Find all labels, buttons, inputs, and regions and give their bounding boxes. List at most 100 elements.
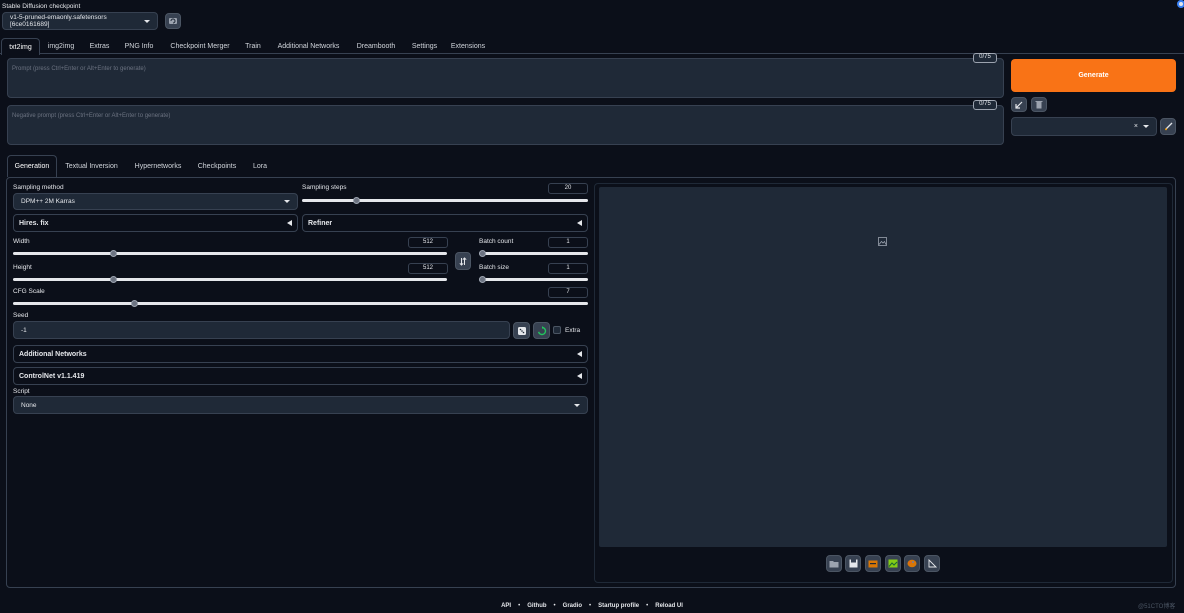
footer-link-gradio[interactable]: Gradio bbox=[563, 603, 582, 609]
height-input[interactable]: 512 bbox=[408, 263, 448, 274]
save-icon bbox=[849, 559, 857, 568]
subtab-checkpoints[interactable]: Checkpoints bbox=[192, 155, 242, 177]
cfg-scale-input[interactable]: 7 bbox=[548, 287, 588, 298]
refiner-accordion[interactable]: Refiner bbox=[302, 214, 588, 232]
brush-icon bbox=[1164, 122, 1172, 131]
slider-track[interactable] bbox=[13, 302, 588, 305]
collapse-arrow-icon bbox=[577, 220, 582, 226]
footer-link-startup-profile[interactable]: Startup profile bbox=[598, 603, 639, 609]
batch-count-slider[interactable] bbox=[479, 250, 588, 257]
subtab-textual-inversion[interactable]: Textual Inversion bbox=[60, 155, 123, 177]
tab-txt2img[interactable]: txt2img bbox=[1, 38, 40, 55]
controlnet-label: ControlNet v1.1.419 bbox=[19, 372, 85, 380]
sampling-method-dropdown[interactable]: DPM++ 2M Karras bbox=[13, 193, 298, 210]
seed-label: Seed bbox=[13, 312, 29, 319]
refiner-label: Refiner bbox=[308, 219, 333, 227]
footer-separator: • bbox=[646, 603, 649, 609]
styles-dropdown[interactable]: × bbox=[1011, 117, 1157, 136]
collapse-arrow-icon bbox=[287, 220, 292, 226]
slider-track[interactable] bbox=[13, 252, 447, 255]
batch-size-slider[interactable] bbox=[479, 276, 588, 283]
hires-fix-accordion[interactable]: Hires. fix bbox=[13, 214, 298, 232]
seed-input[interactable]: -1 bbox=[13, 321, 510, 339]
slider-thumb[interactable] bbox=[130, 300, 138, 307]
footer-link-api[interactable]: API bbox=[501, 603, 511, 609]
chevron-down-icon bbox=[1143, 125, 1149, 128]
footer-link-github[interactable]: Github bbox=[527, 603, 546, 609]
subtab-generation[interactable]: Generation bbox=[7, 155, 57, 177]
swap-arrows-icon bbox=[459, 256, 467, 266]
tab-settings[interactable]: Settings bbox=[405, 38, 444, 55]
send-to-extras-button[interactable] bbox=[924, 555, 940, 572]
open-folder-button[interactable] bbox=[826, 555, 842, 572]
slider-thumb[interactable] bbox=[109, 276, 117, 283]
swap-dimensions-button[interactable] bbox=[455, 252, 471, 270]
output-gallery bbox=[599, 187, 1167, 547]
negative-prompt-placeholder: Negative prompt (press Ctrl+Enter or Alt… bbox=[12, 113, 171, 119]
height-slider[interactable] bbox=[13, 276, 447, 283]
seed-value: -1 bbox=[21, 326, 27, 334]
extra-checkbox[interactable] bbox=[553, 326, 561, 334]
sampling-steps-slider[interactable] bbox=[302, 197, 588, 204]
user-avatar-icon[interactable] bbox=[1177, 0, 1184, 8]
refresh-icon bbox=[169, 18, 177, 24]
prompt-token-counter: 0/75 bbox=[973, 53, 997, 63]
tab-dreambooth[interactable]: Dreambooth bbox=[350, 38, 402, 55]
tab-additional-networks[interactable]: Additional Networks bbox=[270, 38, 347, 55]
send-to-img2img-button[interactable] bbox=[885, 555, 901, 572]
tab-img2img[interactable]: img2img bbox=[41, 38, 81, 55]
subtab-hypernetworks[interactable]: Hypernetworks bbox=[128, 155, 188, 177]
prompt-input[interactable]: Prompt (press Ctrl+Enter or Alt+Enter to… bbox=[7, 58, 1004, 98]
read-params-button[interactable] bbox=[1011, 97, 1027, 112]
slider-thumb[interactable] bbox=[353, 197, 361, 204]
tab-train[interactable]: Train bbox=[239, 38, 267, 55]
sampling-steps-input[interactable]: 20 bbox=[548, 183, 588, 194]
folder-icon bbox=[829, 560, 839, 567]
clear-prompt-button[interactable] bbox=[1031, 97, 1047, 112]
script-dropdown[interactable]: None bbox=[13, 396, 588, 414]
footer-separator: • bbox=[518, 603, 521, 609]
edit-styles-button[interactable] bbox=[1160, 118, 1176, 135]
chevron-down-icon bbox=[284, 200, 290, 203]
slider-track[interactable] bbox=[302, 199, 588, 202]
tab-checkpoint-merger[interactable]: Checkpoint Merger bbox=[164, 38, 236, 55]
collapse-arrow-icon bbox=[577, 351, 582, 357]
random-seed-button[interactable] bbox=[513, 322, 530, 339]
slider-track[interactable] bbox=[13, 278, 447, 281]
slider-track[interactable] bbox=[479, 252, 588, 255]
tab-extensions[interactable]: Extensions bbox=[447, 38, 489, 55]
tab-extras[interactable]: Extras bbox=[84, 38, 115, 55]
image-placeholder-icon bbox=[878, 237, 887, 246]
additional-networks-accordion[interactable]: Additional Networks bbox=[13, 345, 588, 363]
checkpoint-dropdown[interactable]: v1-5-pruned-emaonly.safetensors [6ce0161… bbox=[2, 12, 158, 30]
checkpoint-value: v1-5-pruned-emaonly.safetensors [6ce0161… bbox=[10, 14, 107, 28]
slider-thumb[interactable] bbox=[479, 276, 486, 283]
batch-count-input[interactable]: 1 bbox=[548, 237, 588, 248]
image-icon bbox=[888, 559, 898, 568]
cfg-scale-slider[interactable] bbox=[13, 300, 588, 307]
save-button[interactable] bbox=[845, 555, 861, 572]
batch-size-label: Batch size bbox=[479, 264, 509, 271]
batch-size-input[interactable]: 1 bbox=[548, 263, 588, 274]
send-to-inpaint-button[interactable] bbox=[904, 555, 920, 572]
arrow-down-left-icon bbox=[1015, 101, 1023, 109]
footer-separator: • bbox=[589, 603, 592, 609]
negative-prompt-input[interactable]: Negative prompt (press Ctrl+Enter or Alt… bbox=[7, 105, 1004, 145]
chevron-down-icon bbox=[144, 19, 150, 23]
dice-icon bbox=[517, 326, 526, 335]
slider-thumb[interactable] bbox=[109, 250, 117, 257]
slider-track[interactable] bbox=[479, 278, 588, 281]
width-input[interactable]: 512 bbox=[408, 237, 448, 248]
watermark: @51CTO博客 bbox=[1138, 604, 1176, 610]
footer-link-reload-ui[interactable]: Reload UI bbox=[655, 603, 683, 609]
width-slider[interactable] bbox=[13, 250, 447, 257]
controlnet-accordion[interactable]: ControlNet v1.1.419 bbox=[13, 367, 588, 385]
slider-thumb[interactable] bbox=[479, 250, 486, 257]
tab-png-info[interactable]: PNG Info bbox=[117, 38, 161, 55]
refresh-checkpoint-button[interactable] bbox=[165, 13, 181, 29]
generate-button[interactable]: Generate bbox=[1011, 59, 1176, 92]
close-icon[interactable]: × bbox=[1134, 123, 1138, 130]
zip-button[interactable] bbox=[865, 555, 881, 572]
reuse-seed-button[interactable] bbox=[533, 322, 550, 339]
subtab-lora[interactable]: Lora bbox=[250, 155, 270, 177]
